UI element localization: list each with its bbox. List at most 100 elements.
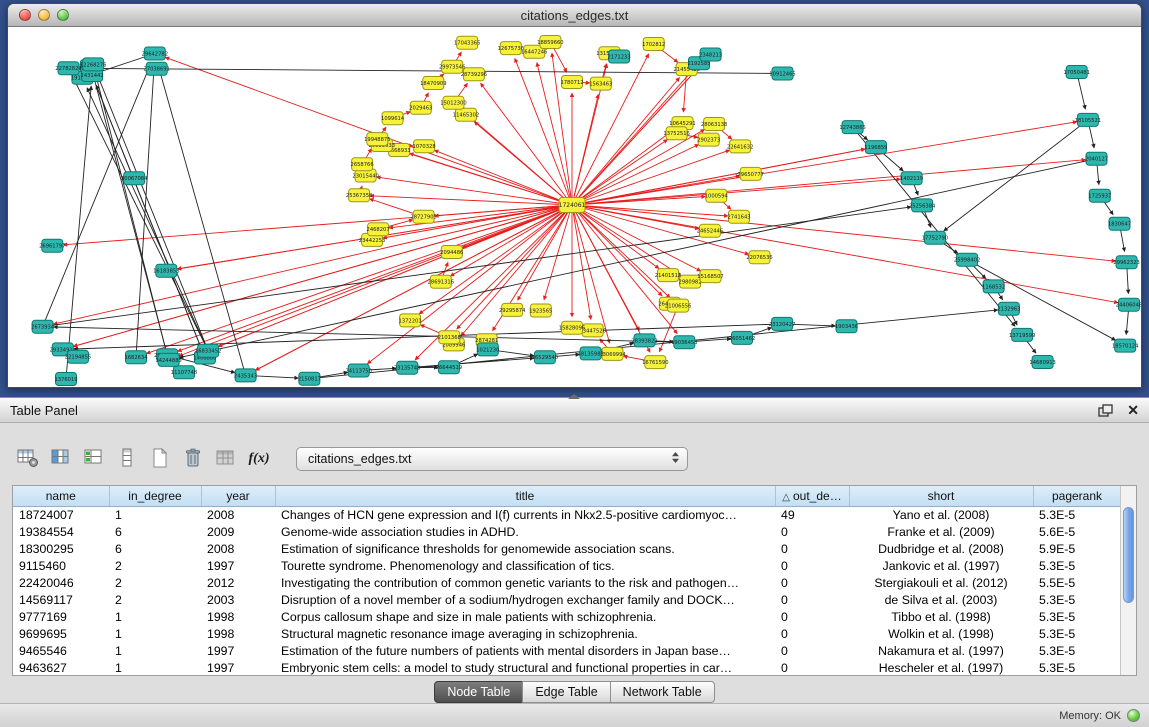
svg-text:27038691: 27038691: [143, 67, 169, 73]
svg-text:17043365: 17043365: [454, 41, 480, 47]
tab-network-table[interactable]: Network Table: [610, 681, 715, 703]
table-cell: 9463627: [13, 659, 109, 676]
memory-status-indicator[interactable]: [1127, 709, 1140, 722]
table-cell: 5.6E-5: [1033, 523, 1121, 540]
minimize-window-button[interactable]: [38, 9, 50, 21]
vertical-scrollbar[interactable]: [1120, 486, 1136, 675]
network-window-title: citations_edges.txt: [8, 8, 1141, 23]
svg-text:1903436: 1903436: [835, 324, 858, 330]
column-header[interactable]: in_degree: [109, 486, 201, 506]
table-cell: 1: [109, 659, 201, 676]
table-cell: 5.5E-5: [1033, 574, 1121, 591]
svg-text:24652446: 24652446: [697, 229, 723, 235]
svg-text:21006556: 21006556: [665, 304, 691, 310]
svg-text:22194855: 22194855: [65, 355, 91, 361]
delete-table-button[interactable]: [212, 446, 240, 472]
table-selector-dropdown[interactable]: citations_edges.txt: [296, 447, 688, 471]
network-window: citations_edges.txt 17807121563463131503…: [7, 3, 1142, 388]
table-cell: 5.3E-5: [1033, 642, 1121, 659]
zoom-window-button[interactable]: [57, 9, 69, 21]
svg-text:12743865: 12743865: [839, 125, 865, 131]
tab-node-table[interactable]: Node Table: [434, 681, 523, 703]
svg-text:29962323: 29962323: [1113, 260, 1139, 266]
table-row[interactable]: 911546021997Tourette syndrome. Phenomeno…: [13, 557, 1121, 574]
table-options-button[interactable]: [14, 446, 42, 472]
network-desktop: citations_edges.txt 17807121563463131503…: [0, 0, 1149, 397]
show-columns-button[interactable]: [47, 446, 75, 472]
svg-text:18470909: 18470909: [420, 81, 446, 87]
close-window-button[interactable]: [19, 9, 31, 21]
function-builder-button[interactable]: f(x): [245, 446, 273, 472]
svg-text:1563463: 1563463: [589, 82, 612, 88]
svg-text:10912465: 10912465: [769, 71, 795, 77]
table-cell: 0: [775, 625, 849, 642]
svg-text:15012300: 15012300: [440, 101, 466, 107]
table-cell: 22420046: [13, 574, 109, 591]
svg-text:1725937: 1725937: [1088, 194, 1111, 200]
table-cell: de Silva et al. (2003): [849, 591, 1033, 608]
table-row[interactable]: 2242004622012Investigating the contribut…: [13, 574, 1121, 591]
network-canvas[interactable]: 1780712156346313150398170281221455426106…: [8, 27, 1142, 388]
table-row[interactable]: 1830029562008Estimation of significance …: [13, 540, 1121, 557]
table-cell: 1998: [201, 625, 275, 642]
svg-text:19036453: 19036453: [671, 340, 697, 346]
svg-text:2468207: 2468207: [367, 227, 390, 233]
column-header[interactable]: △out_de…: [775, 486, 849, 506]
svg-text:28739296: 28739296: [461, 72, 487, 78]
svg-text:23015440: 23015440: [352, 173, 378, 179]
svg-text:2101368: 2101368: [438, 335, 461, 341]
network-window-titlebar[interactable]: citations_edges.txt: [8, 4, 1141, 27]
table-cell: 0: [775, 591, 849, 608]
column-header[interactable]: short: [849, 486, 1033, 506]
table-panel-title: Table Panel: [10, 403, 78, 418]
table-panel-header: Table Panel ✕: [0, 397, 1149, 423]
column-header[interactable]: year: [201, 486, 275, 506]
delete-column-button[interactable]: [179, 446, 207, 472]
table-row[interactable]: 1872400712008Changes of HCN gene express…: [13, 506, 1121, 523]
svg-text:1724061: 1724061: [559, 202, 586, 209]
svg-text:2348213: 2348213: [699, 52, 722, 58]
column-header[interactable]: name: [13, 486, 109, 506]
node-table[interactable]: namein_degreeyeartitle△out_de…shortpager…: [13, 486, 1122, 676]
table-cell: Genome-wide association studies in ADHD.: [275, 523, 775, 540]
table-cell: Estimation of significance thresholds fo…: [275, 540, 775, 557]
svg-text:2741643: 2741643: [727, 215, 750, 221]
table-cell: Yano et al. (2008): [849, 506, 1033, 523]
gray-table-icon: [214, 447, 238, 472]
table-row[interactable]: 946362711997Embryonic stem cells: a mode…: [13, 659, 1121, 676]
table-row[interactable]: 969969511998Structural magnetic resonanc…: [13, 625, 1121, 642]
create-column-button[interactable]: [80, 446, 108, 472]
svg-text:15828096: 15828096: [559, 326, 585, 332]
close-panel-icon[interactable]: ✕: [1127, 403, 1139, 417]
import-table-button[interactable]: [113, 446, 141, 472]
table-row[interactable]: 1938455462009Genome-wide association stu…: [13, 523, 1121, 540]
new-table-button[interactable]: [146, 446, 174, 472]
table-cell: 0: [775, 523, 849, 540]
svg-text:2658766: 2658766: [351, 162, 374, 168]
svg-text:23135748: 23135748: [394, 366, 420, 372]
svg-text:22076536: 22076536: [746, 255, 772, 261]
table-row[interactable]: 977716911998Corpus callosum shape and si…: [13, 608, 1121, 625]
table-cell: 6: [109, 540, 201, 557]
table-cell: 9777169: [13, 608, 109, 625]
table-cell: 14569117: [13, 591, 109, 608]
table-cell: 1: [109, 608, 201, 625]
svg-text:25256384: 25256384: [909, 203, 936, 209]
table-row[interactable]: 946554611997Estimation of the future num…: [13, 642, 1121, 659]
svg-text:15168507: 15168507: [697, 274, 723, 280]
table-cell: 2008: [201, 540, 275, 557]
panel-resize-grip[interactable]: [568, 394, 580, 399]
float-panel-icon[interactable]: [1098, 404, 1113, 417]
table-cell: 1: [109, 625, 201, 642]
column-header[interactable]: pagerank: [1033, 486, 1121, 506]
table-cell: 0: [775, 557, 849, 574]
scrollbar-thumb[interactable]: [1123, 507, 1134, 603]
table-cell: 9699695: [13, 625, 109, 642]
svg-text:2150817: 2150817: [298, 377, 321, 383]
svg-text:1780712: 1780712: [560, 80, 583, 86]
table-row[interactable]: 1456911722003Disruption of a novel membe…: [13, 591, 1121, 608]
tab-edge-table[interactable]: Edge Table: [522, 681, 610, 703]
table-body: 1872400712008Changes of HCN gene express…: [13, 506, 1121, 676]
new-document-icon: [148, 447, 172, 472]
column-header[interactable]: title: [275, 486, 775, 506]
